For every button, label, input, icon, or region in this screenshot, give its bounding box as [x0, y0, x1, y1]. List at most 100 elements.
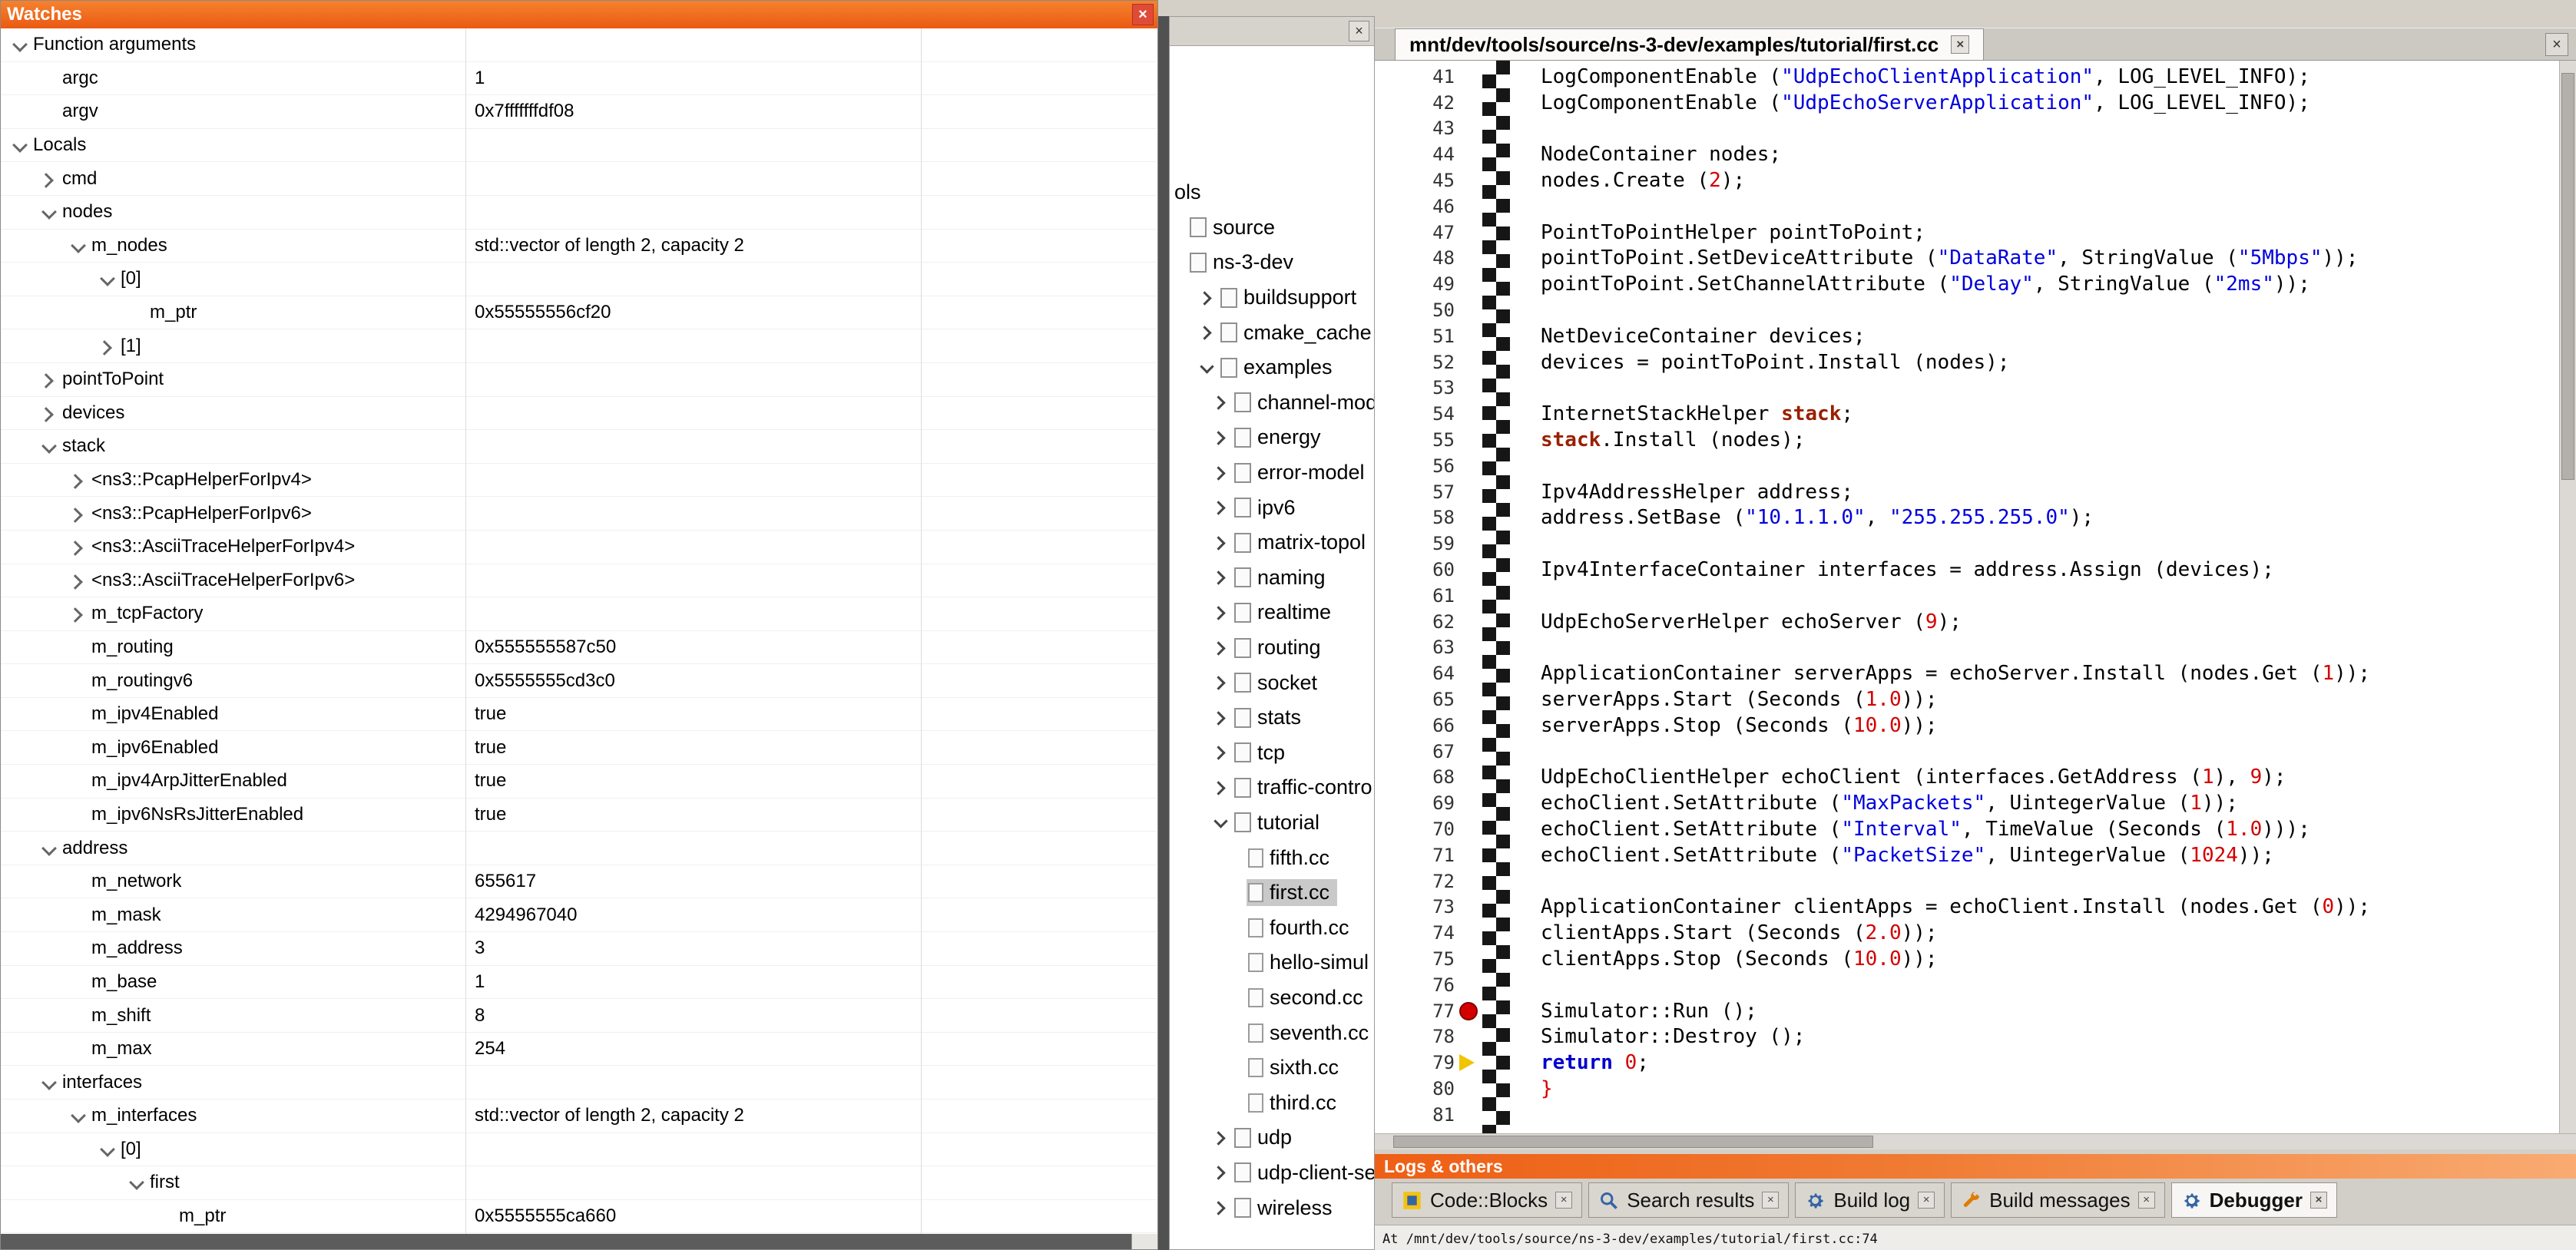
watch-row[interactable]: <ns3::PcapHelperForIpv4> [1, 464, 1157, 498]
tree-item[interactable]: third.cc [1170, 1085, 1374, 1120]
editor-horizontal-scrollbar[interactable] [1375, 1133, 2576, 1149]
breakpoint-margin[interactable] [1462, 323, 1485, 349]
tree-item[interactable]: second.cc [1170, 980, 1374, 1016]
chevron-right-icon[interactable] [1213, 1199, 1233, 1216]
watch-row[interactable]: argc1 [1, 62, 1157, 96]
close-tab-icon[interactable]: × [1762, 1192, 1779, 1209]
tree-item[interactable]: realtime [1170, 595, 1374, 630]
tree-item[interactable]: error-model [1170, 455, 1374, 491]
watch-row[interactable]: m_ipv4Enabledtrue [1, 698, 1157, 732]
chevron-right-icon[interactable] [68, 471, 91, 488]
breakpoint-margin[interactable] [1462, 375, 1485, 402]
watch-row[interactable]: m_address3 [1, 932, 1157, 966]
watches-titlebar[interactable]: Watches × [1, 1, 1157, 28]
column-divider[interactable] [921, 28, 922, 1234]
breakpoint-margin[interactable] [1462, 713, 1485, 739]
watch-row[interactable]: [0] [1, 263, 1157, 296]
breakpoint-margin[interactable] [1462, 116, 1485, 142]
tree-item[interactable]: fifth.cc [1170, 840, 1374, 875]
watch-row[interactable]: m_network655617 [1, 865, 1157, 899]
breakpoint-margin[interactable] [1462, 635, 1485, 661]
chevron-down-icon[interactable] [68, 237, 91, 254]
tree-item-first-cc[interactable]: first.cc [1170, 875, 1374, 911]
breakpoint-margin[interactable] [1462, 816, 1485, 842]
chevron-right-icon[interactable] [1213, 640, 1233, 656]
chevron-right-icon[interactable] [1213, 709, 1233, 726]
watch-row[interactable]: m_ptr0x55555556cf20 [1, 296, 1157, 330]
breakpoint-margin[interactable] [1462, 583, 1485, 609]
chevron-right-icon[interactable] [1213, 429, 1233, 446]
watch-row[interactable]: cmd [1, 162, 1157, 196]
scrollbar-thumb[interactable] [2561, 73, 2574, 480]
tree-item[interactable]: energy [1170, 420, 1374, 455]
breakpoint-margin[interactable] [1462, 271, 1485, 297]
tree-item[interactable]: ns-3-dev [1170, 245, 1374, 280]
watch-row[interactable]: m_ipv4ArpJitterEnabledtrue [1, 765, 1157, 799]
breakpoint-margin[interactable] [1462, 531, 1485, 557]
watch-row[interactable]: m_ptr0x5555555ca660 [1, 1200, 1157, 1234]
projects-titlebar[interactable]: × [1170, 17, 1374, 46]
tree-item[interactable]: examples [1170, 350, 1374, 385]
watch-row[interactable]: pointToPoint [1, 363, 1157, 397]
watch-row[interactable]: m_ipv6Enabledtrue [1, 731, 1157, 765]
chevron-down-icon[interactable] [1199, 359, 1219, 376]
chevron-down-icon[interactable] [68, 1107, 91, 1124]
watch-row[interactable]: argv0x7fffffffdf08 [1, 95, 1157, 129]
tree-item[interactable]: routing [1170, 630, 1374, 666]
close-tab-icon[interactable]: × [1918, 1192, 1935, 1209]
breakpoint-margin[interactable] [1462, 1102, 1485, 1128]
breakpoint-margin[interactable] [1462, 297, 1485, 323]
projects-vertical-scrollbar[interactable] [1158, 16, 1169, 1250]
watches-horizontal-scrollbar[interactable] [1, 1234, 1157, 1249]
chevron-right-icon[interactable] [1213, 744, 1233, 761]
tree-item[interactable]: udp [1170, 1120, 1374, 1156]
logs-tab-build-messages[interactable]: Build messages× [1951, 1182, 2165, 1218]
watch-row[interactable]: Function arguments [1, 28, 1157, 62]
tree-item[interactable]: fourth.cc [1170, 910, 1374, 945]
breakpoint-margin[interactable] [1462, 765, 1485, 791]
breakpoint-margin[interactable] [1462, 64, 1485, 90]
breakpoint-margin[interactable] [1462, 868, 1485, 895]
watch-row[interactable]: [0] [1, 1133, 1157, 1167]
logs-tab-build-log[interactable]: Build log× [1795, 1182, 1945, 1218]
breakpoint-margin[interactable] [1462, 895, 1485, 921]
close-tab-icon[interactable]: × [2138, 1192, 2155, 1209]
watch-row[interactable]: m_routing0x555555587c50 [1, 631, 1157, 665]
breakpoint-margin[interactable] [1462, 686, 1485, 713]
breakpoint-margin[interactable] [1462, 90, 1485, 116]
watch-row[interactable]: m_max254 [1, 1033, 1157, 1066]
tree-item[interactable]: stats [1170, 700, 1374, 736]
breakpoint-margin[interactable] [1462, 1076, 1485, 1102]
tree-item[interactable]: tcp [1170, 736, 1374, 771]
tree-item[interactable]: naming [1170, 561, 1374, 596]
breakpoint-margin[interactable] [1462, 557, 1485, 583]
breakpoint-margin[interactable] [1462, 972, 1485, 998]
watch-row[interactable]: <ns3::AsciiTraceHelperForIpv4> [1, 531, 1157, 564]
breakpoint-margin[interactable] [1462, 920, 1485, 946]
chevron-down-icon[interactable] [98, 1141, 121, 1158]
breakpoint-margin[interactable] [1462, 1023, 1485, 1050]
chevron-right-icon[interactable] [1213, 394, 1233, 411]
chevron-right-icon[interactable] [1213, 1164, 1233, 1181]
chevron-right-icon[interactable] [68, 572, 91, 589]
tree-item[interactable]: traffic-contro [1170, 770, 1374, 805]
chevron-down-icon[interactable] [1213, 814, 1233, 831]
chevron-down-icon[interactable] [39, 840, 62, 857]
tree-item[interactable]: source [1170, 210, 1374, 246]
logs-tab-search-results[interactable]: Search results× [1588, 1182, 1789, 1218]
close-tab-icon[interactable]: × [1951, 35, 1969, 54]
tree-item[interactable]: wireless [1170, 1190, 1374, 1225]
chevron-right-icon[interactable] [1213, 534, 1233, 551]
watch-row[interactable]: m_interfacesstd::vector of length 2, cap… [1, 1100, 1157, 1133]
chevron-down-icon[interactable] [39, 438, 62, 455]
tree-item[interactable]: ipv6 [1170, 490, 1374, 525]
tree-item[interactable]: tutorial [1170, 805, 1374, 841]
chevron-right-icon[interactable] [68, 605, 91, 622]
watch-row[interactable]: interfaces [1, 1066, 1157, 1100]
breakpoint-margin[interactable] [1462, 609, 1485, 635]
editor-vertical-scrollbar[interactable] [2559, 61, 2576, 1133]
watch-row[interactable]: m_ipv6NsRsJitterEnabledtrue [1, 799, 1157, 832]
close-icon[interactable]: × [1349, 21, 1369, 41]
close-icon[interactable]: × [1132, 4, 1154, 25]
watch-row[interactable]: m_tcpFactory [1, 597, 1157, 631]
